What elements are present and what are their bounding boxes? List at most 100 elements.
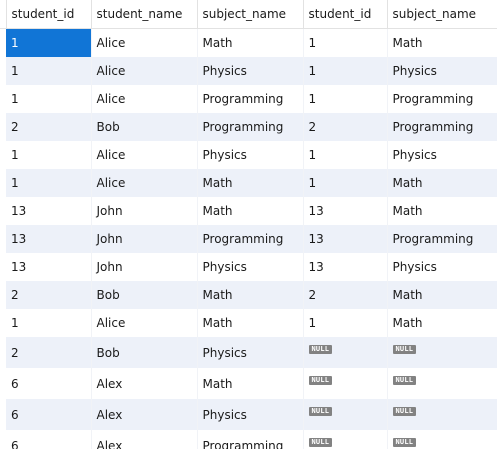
table-row[interactable]: 1 Alice Math 1 Math [0, 169, 497, 197]
results-table: student_id student_name subject_name stu… [0, 0, 497, 449]
cell-student-id[interactable]: 13 [6, 197, 92, 225]
table-row[interactable]: 6 Alex Math NULL NULL [0, 368, 497, 399]
column-header-student-id-2[interactable]: student_id [303, 0, 388, 29]
cell-student-name[interactable]: Alice [91, 169, 198, 197]
cell-subject-name[interactable]: Math [197, 368, 304, 399]
cell-student-id[interactable]: 1 [6, 57, 92, 85]
cell-subject-name[interactable]: Physics [197, 253, 304, 281]
cell-subject-name-2[interactable]: Math [387, 169, 497, 197]
cell-student-name[interactable]: Bob [91, 113, 198, 141]
cell-student-id-2[interactable]: NULL [303, 337, 388, 368]
cell-student-name[interactable]: Alex [91, 368, 198, 399]
cell-student-name[interactable]: Alex [91, 399, 198, 430]
cell-subject-name-2[interactable]: Math [387, 281, 497, 309]
cell-student-id[interactable]: 1 [6, 309, 92, 337]
cell-student-name[interactable]: John [91, 197, 198, 225]
cell-student-id-2[interactable]: 13 [303, 225, 388, 253]
cell-student-id[interactable]: 2 [6, 281, 92, 309]
cell-student-id[interactable]: 13 [6, 225, 92, 253]
cell-subject-name[interactable]: Programming [197, 225, 304, 253]
cell-student-name[interactable]: Alice [91, 141, 198, 169]
cell-student-id-2[interactable]: NULL [303, 399, 388, 430]
cell-student-name[interactable]: John [91, 225, 198, 253]
cell-student-id-2[interactable]: 1 [303, 169, 388, 197]
cell-student-id-2[interactable]: 1 [303, 309, 388, 337]
cell-student-id[interactable]: 6 [6, 368, 92, 399]
table-row[interactable]: 6 Alex Physics NULL NULL [0, 399, 497, 430]
cell-student-id-2[interactable]: NULL [303, 368, 388, 399]
cell-subject-name-2[interactable]: Programming [387, 225, 497, 253]
cell-student-id-2[interactable]: 2 [303, 281, 388, 309]
cell-subject-name-2[interactable]: NULL [387, 430, 497, 449]
cell-subject-name-2[interactable]: Programming [387, 85, 497, 113]
cell-student-id[interactable]: 1 [6, 169, 92, 197]
cell-student-name[interactable]: Alex [91, 430, 198, 449]
cell-subject-name[interactable]: Math [197, 197, 304, 225]
table-row[interactable]: 6 Alex Programming NULL NULL [0, 430, 497, 449]
cell-student-id[interactable]: 6 [6, 399, 92, 430]
cell-student-id-2[interactable]: 13 [303, 197, 388, 225]
cell-student-id-2[interactable]: 2 [303, 113, 388, 141]
cell-student-name[interactable]: Alice [91, 57, 198, 85]
results-grid[interactable]: student_id student_name subject_name stu… [0, 0, 497, 449]
null-badge: NULL [392, 376, 417, 385]
cell-student-id[interactable]: 1 [6, 28, 92, 57]
table-row[interactable]: 1 Alice Physics 1 Physics [0, 141, 497, 169]
cell-subject-name[interactable]: Math [197, 169, 304, 197]
cell-subject-name[interactable]: Math [197, 28, 304, 57]
cell-subject-name-2[interactable]: Physics [387, 57, 497, 85]
column-header-subject-name[interactable]: subject_name [197, 0, 304, 29]
cell-student-name[interactable]: Alice [91, 309, 198, 337]
cell-student-id-2[interactable]: 13 [303, 253, 388, 281]
table-row[interactable]: 1 Alice Programming 1 Programming [0, 85, 497, 113]
table-row[interactable]: 1 Alice Math 1 Math [0, 309, 497, 337]
cell-student-id-2[interactable]: 1 [303, 57, 388, 85]
table-row[interactable]: 2 Bob Programming 2 Programming [0, 113, 497, 141]
cell-student-name[interactable]: John [91, 253, 198, 281]
cell-subject-name[interactable]: Physics [197, 337, 304, 368]
table-row[interactable]: 13 John Physics 13 Physics [0, 253, 497, 281]
column-header-student-id[interactable]: student_id [6, 0, 92, 29]
cell-student-id-2[interactable]: NULL [303, 430, 388, 449]
column-header-subject-name-2[interactable]: subject_name [387, 0, 497, 29]
table-row[interactable]: 2 Bob Math 2 Math [0, 281, 497, 309]
table-row[interactable]: 13 John Programming 13 Programming [0, 225, 497, 253]
cell-subject-name[interactable]: Math [197, 309, 304, 337]
cell-student-id[interactable]: 1 [6, 141, 92, 169]
cell-subject-name-2[interactable]: NULL [387, 399, 497, 430]
cell-student-name[interactable]: Bob [91, 337, 198, 368]
table-row[interactable]: 13 John Math 13 Math [0, 197, 497, 225]
cell-student-id[interactable]: 2 [6, 337, 92, 368]
cell-student-id-2[interactable]: 1 [303, 141, 388, 169]
cell-subject-name[interactable]: Programming [197, 113, 304, 141]
cell-student-id-2[interactable]: 1 [303, 85, 388, 113]
table-row[interactable]: 2 Bob Physics NULL NULL [0, 337, 497, 368]
cell-subject-name-2[interactable]: Math [387, 28, 497, 57]
cell-subject-name[interactable]: Programming [197, 430, 304, 449]
cell-subject-name-2[interactable]: Math [387, 309, 497, 337]
column-header-student-name[interactable]: student_name [91, 0, 198, 29]
cell-student-name[interactable]: Alice [91, 28, 198, 57]
cell-subject-name[interactable]: Physics [197, 141, 304, 169]
cell-subject-name-2[interactable]: NULL [387, 337, 497, 368]
cell-subject-name[interactable]: Physics [197, 399, 304, 430]
cell-subject-name[interactable]: Math [197, 281, 304, 309]
cell-student-id[interactable]: 1 [6, 85, 92, 113]
cell-subject-name-2[interactable]: Physics [387, 253, 497, 281]
cell-student-id[interactable]: 2 [6, 113, 92, 141]
cell-student-name[interactable]: Bob [91, 281, 198, 309]
cell-subject-name[interactable]: Physics [197, 57, 304, 85]
null-badge: NULL [308, 438, 333, 447]
cell-subject-name-2[interactable]: Programming [387, 113, 497, 141]
cell-subject-name-2[interactable]: NULL [387, 368, 497, 399]
cell-subject-name-2[interactable]: Math [387, 197, 497, 225]
cell-subject-name-2[interactable]: Physics [387, 141, 497, 169]
null-badge: NULL [308, 345, 333, 354]
cell-student-name[interactable]: Alice [91, 85, 198, 113]
table-row[interactable]: 1 Alice Physics 1 Physics [0, 57, 497, 85]
table-row[interactable]: 1 Alice Math 1 Math [0, 28, 497, 57]
cell-subject-name[interactable]: Programming [197, 85, 304, 113]
cell-student-id[interactable]: 13 [6, 253, 92, 281]
cell-student-id-2[interactable]: 1 [303, 28, 388, 57]
cell-student-id[interactable]: 6 [6, 430, 92, 449]
